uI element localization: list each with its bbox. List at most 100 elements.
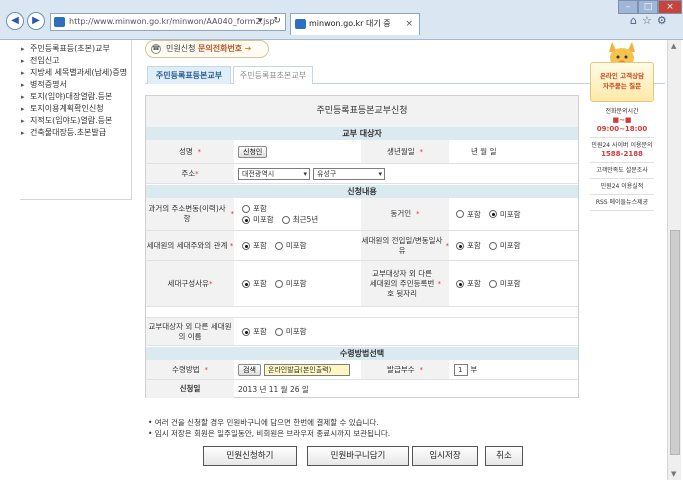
address-url[interactable]: http://www.minwon.go.kr/minwon/AA040_for… — [69, 17, 275, 26]
side-item-survey[interactable]: 고객만족도 설문조사 — [590, 163, 654, 179]
scroll-down-icon[interactable]: ▼ — [671, 470, 676, 478]
otherfamily-include-radio[interactable]: 포함 — [456, 278, 481, 289]
option-text: 포함 — [467, 241, 481, 250]
date-label: 신청일 — [146, 380, 234, 398]
history-exclude-radio[interactable]: 미포함 — [242, 214, 274, 225]
minimize-button[interactable]: – — [618, 0, 638, 14]
site-favicon-icon — [54, 17, 65, 27]
browser-tool-icons[interactable]: ⌂☆⚙ — [630, 14, 672, 27]
history-label-text: 과거의 주소변동(이력)사항 — [148, 204, 226, 223]
back-icon[interactable]: ◀ — [6, 12, 24, 30]
compose-include-radio[interactable]: 포함 — [242, 278, 267, 289]
otherfamily-exclude-radio[interactable]: 미포함 — [488, 278, 521, 289]
browser-tab[interactable]: minwon.go.kr 대기 중 × — [290, 13, 420, 35]
browser-chrome: ◀ ▶ http://www.minwon.go.kr/minwon/AA040… — [0, 0, 683, 40]
copies-label: 발급부수 * — [361, 360, 449, 379]
option-text: 포함 — [253, 327, 267, 336]
note-line: • 여러 건을 신청할 경우 민원바구니에 담으면 한번에 결제할 수 있습니다… — [148, 418, 379, 427]
membername-options: 포함 미포함 — [242, 318, 442, 345]
relation-label: 세대원의 세대주와의 관계 * — [146, 231, 234, 260]
scroll-thumb[interactable] — [670, 230, 680, 455]
history-5years-radio[interactable]: 최근5년 — [281, 214, 319, 225]
nav-item[interactable]: 병적증명서 — [20, 79, 131, 91]
address-district-select[interactable]: 유성구 ▾ — [313, 167, 385, 180]
radio-icon — [488, 210, 497, 218]
compose-label-text: 세대구성사유 — [167, 278, 209, 288]
birth-label: 생년월일 * — [361, 140, 449, 163]
relation-label-text: 세대원의 세대주와의 관계 — [146, 240, 228, 250]
membername-include-radio[interactable]: 포함 — [242, 326, 267, 337]
cohabitant-exclude-radio[interactable]: 미포함 — [488, 209, 521, 220]
movein-exclude-radio[interactable]: 미포함 — [488, 240, 521, 251]
required-mark: * — [197, 147, 202, 156]
apply-button[interactable]: 민원신청하기 — [203, 446, 297, 466]
radio-icon — [242, 204, 250, 213]
address-bar[interactable]: http://www.minwon.go.kr/minwon/AA040_for… — [50, 13, 286, 31]
required-mark: * — [437, 279, 442, 288]
nav-item[interactable]: 토지이용계획확인신청 — [20, 103, 131, 115]
option-text: 최근5년 — [292, 215, 319, 224]
page-tabs: 주민등록표등본교부 주민등록표초본교부 — [145, 66, 665, 84]
compose-exclude-radio[interactable]: 미포함 — [274, 278, 307, 289]
temp-save-button[interactable]: 임시저장 — [412, 446, 478, 466]
applicant-button[interactable]: 신청인 — [238, 145, 268, 158]
cohabitant-include-radio[interactable]: 포함 — [456, 209, 481, 220]
tab-favicon-icon — [295, 19, 306, 29]
forward-icon[interactable]: ▶ — [27, 12, 45, 30]
required-mark: * — [208, 279, 213, 288]
scroll-up-icon[interactable]: ▲ — [671, 42, 676, 50]
side-item-phone[interactable]: 민원24 사이버 이용문의 1588-2188 — [590, 138, 654, 163]
maximize-button[interactable]: □ — [638, 0, 658, 14]
consult-line1: 온라인 고객상담 — [599, 72, 645, 80]
tab-resident-abstract[interactable]: 주민등록표초본교부 — [233, 66, 313, 84]
receive-method-input[interactable]: 온라인발급(본인출력) — [263, 363, 350, 376]
nav-item[interactable]: 전입신고 — [20, 55, 131, 67]
tab-resident-copy[interactable]: 주민등록표등본교부 — [147, 66, 231, 84]
relation-include-radio[interactable]: 포함 — [242, 240, 267, 251]
side-item-label: 민원24 사이버 이용문의 — [591, 142, 653, 149]
membername-row: 교부대상자 외 다른 세대원의 이름 포함 미포함 — [146, 317, 578, 346]
side-item-rss[interactable]: RSS 메이들뉴스제공 — [590, 195, 654, 211]
close-window-button[interactable]: × — [658, 0, 682, 14]
nav-item[interactable]: 토지(임야)대장열람.등본 — [20, 91, 131, 103]
movein-label: 세대원의 전입일/변동일사유 * — [361, 231, 449, 260]
copies-input[interactable]: 1 — [454, 363, 468, 376]
address-city-select[interactable]: 대전광역시 ▾ — [238, 167, 310, 180]
movein-include-radio[interactable]: 포함 — [456, 240, 481, 251]
required-mark: * — [419, 365, 423, 374]
left-navigation: 주민등록표등(초본)교부 전입신고 지방세 세목별과세(납세)증명 병적증명서 … — [20, 40, 132, 200]
cohabitant-label: 동거인 * — [361, 198, 449, 230]
address-label: 주소 * — [146, 164, 234, 183]
birth-cell[interactable]: 년 월 일 — [471, 140, 571, 163]
membername-exclude-radio[interactable]: 미포함 — [274, 326, 307, 337]
nav-item[interactable]: 지적도(임야도)열람.등본 — [20, 115, 131, 127]
history-row: 과거의 주소변동(이력)사항 * 포함 미포함 최근5년 동거인 * 포함 미포… — [146, 198, 578, 231]
nav-item[interactable]: 지방세 세목별과세(납세)증명 — [20, 67, 131, 79]
nav-item[interactable]: 건축물대장등.초본발급 — [20, 127, 131, 139]
option-text: 미포함 — [285, 279, 307, 288]
vertical-scrollbar[interactable]: ▲ ▼ — [667, 40, 681, 480]
nav-item[interactable]: 주민등록표등(초본)교부 — [20, 43, 131, 55]
address-tools[interactable]: ▾ ↻ — [258, 13, 285, 29]
required-mark: * — [204, 365, 208, 374]
online-consult-box[interactable]: 온라인 고객상담 자주묻는 질문 — [590, 62, 654, 102]
relation-options: 포함 미포함 — [242, 231, 360, 260]
radio-icon — [456, 241, 464, 250]
history-include-radio[interactable]: 포함 — [242, 203, 352, 214]
relation-exclude-radio[interactable]: 미포함 — [274, 240, 307, 251]
name-label: 성명 * — [146, 140, 234, 163]
tab-close-icon[interactable]: × — [405, 14, 413, 34]
contact-banner[interactable]: ☎ 민원신청 문의전화번호 ➔ — [145, 40, 269, 58]
section-recipient: 교부 대상자 — [146, 127, 578, 140]
compose-options: 포함 미포함 — [242, 261, 360, 306]
side-item-stats[interactable]: 민원24 이용실적 — [590, 179, 654, 195]
option-text: 미포함 — [499, 209, 521, 219]
banner-prefix: 민원신청 — [166, 44, 196, 53]
search-button[interactable]: 검색 — [238, 363, 261, 376]
option-text: 미포함 — [499, 279, 521, 288]
address-row: 주소 * 대전광역시 ▾ 유성구 ▾ — [146, 164, 578, 184]
side-panel: 온라인 고객상담 자주묻는 질문 전화문의시간 ■~■ 09:00~18:00 … — [590, 40, 654, 211]
basket-button[interactable]: 민원바구니담기 — [307, 446, 409, 466]
cancel-button[interactable]: 취소 — [485, 446, 523, 466]
banner-highlight: 문의전화번호 — [198, 44, 243, 53]
